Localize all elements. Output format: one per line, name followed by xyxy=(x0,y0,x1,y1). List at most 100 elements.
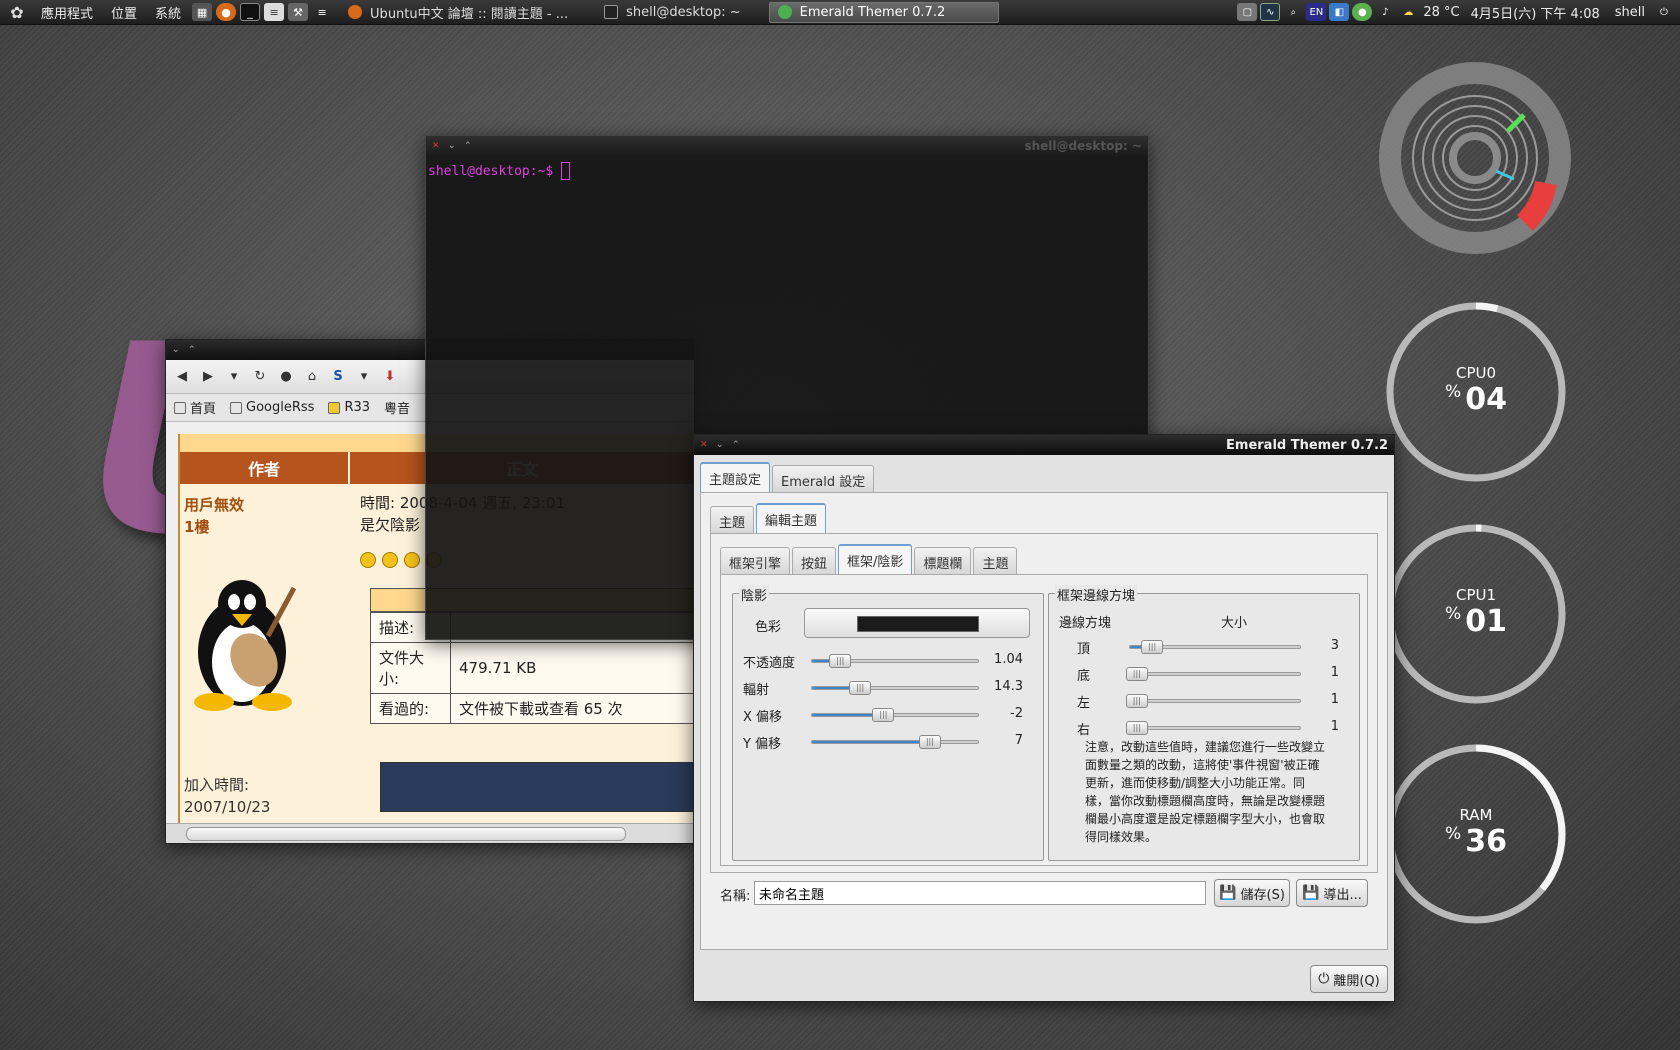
tab-theme[interactable]: 主題 xyxy=(710,506,755,536)
system-monitor-icon[interactable]: ∿ xyxy=(1260,3,1281,21)
minimize-icon[interactable]: ⌄ xyxy=(172,345,182,355)
conky-cpu0-name: CPU0 xyxy=(1455,364,1497,382)
maximize-icon[interactable]: ⌃ xyxy=(732,440,742,450)
shadow-color-label: 色彩 xyxy=(755,620,782,635)
slider-label: 底 xyxy=(1077,669,1091,684)
close-icon[interactable]: ✕ xyxy=(700,440,710,450)
slider-track[interactable]: ||| xyxy=(811,654,979,668)
terminal-titlebar[interactable]: ✕ ⌄ ⌃ shell@desktop: ~ xyxy=(426,136,1148,156)
task-terminal[interactable]: shell@desktop: ~ xyxy=(596,2,749,23)
firefox-icon[interactable]: ● xyxy=(216,3,237,21)
slider-handle[interactable]: ||| xyxy=(918,735,941,749)
attachment-views-value: 文件被下載或查看 65 次 xyxy=(450,693,696,724)
menu-places[interactable]: 位置 xyxy=(102,3,146,22)
conky-ram: RAM % 36 xyxy=(1384,742,1568,926)
terminal-prompt-line[interactable]: shell@desktop:~$ xyxy=(426,156,1148,186)
sub-tabs: 主題 編輯主題 xyxy=(710,503,827,536)
join-info: 加入時間: 2007/10/23 xyxy=(184,774,270,818)
maximize-icon[interactable]: ⌃ xyxy=(188,345,198,355)
tab-titlebar[interactable]: 標題欄 xyxy=(914,547,972,577)
slider-handle[interactable]: ||| xyxy=(1125,721,1148,735)
network-icon[interactable]: ◧ xyxy=(1329,3,1350,21)
emerald-titlebar[interactable]: ✕ ⌄ ⌃ Emerald Themer 0.7.2 xyxy=(694,435,1394,455)
tab-buttons[interactable]: 按鈕 xyxy=(792,547,837,577)
attachment-thumbnail[interactable] xyxy=(380,762,696,812)
clock[interactable]: 4月5日(六) 下午 4:08 xyxy=(1465,3,1606,22)
slider-track[interactable]: ||| xyxy=(811,681,979,695)
slider-track[interactable]: ||| xyxy=(1125,667,1301,681)
tab-theme-misc[interactable]: 主題 xyxy=(973,547,1018,577)
task-emerald[interactable]: Emerald Themer 0.7.2 xyxy=(768,1,999,23)
slider-value: 1 xyxy=(1330,719,1339,734)
save-button[interactable]: 💾 儲存(S) xyxy=(1214,879,1290,907)
bookmark-r33[interactable]: R33 xyxy=(328,400,370,415)
menu-applications[interactable]: 應用程式 xyxy=(32,3,102,22)
s-extension-icon[interactable]: S xyxy=(328,367,348,387)
search-icon[interactable]: ⌕ xyxy=(1283,3,1303,21)
attachment-size-label: 文件大小: xyxy=(370,642,451,694)
task-terminal-label: shell@desktop: ~ xyxy=(626,4,741,20)
back-icon[interactable]: ◀ xyxy=(172,367,192,387)
weather-icon[interactable]: ☁ xyxy=(1398,3,1418,21)
list-icon[interactable]: ≡ xyxy=(312,3,332,21)
home-icon[interactable]: ⌂ xyxy=(302,367,322,387)
history-dropdown-icon[interactable]: ▾ xyxy=(224,367,244,387)
forward-icon[interactable]: ▶ xyxy=(198,367,218,387)
join-label: 加入時間: xyxy=(184,776,250,794)
temperature[interactable]: 28 °C xyxy=(1421,5,1461,20)
gnome-foot-icon[interactable]: ✿ xyxy=(6,2,28,22)
slider-track[interactable]: ||| xyxy=(1129,640,1301,654)
text-editor-icon[interactable]: ≡ xyxy=(264,3,285,21)
scrollbar-thumb[interactable] xyxy=(186,827,626,841)
tab-frame-engine[interactable]: 框架引擎 xyxy=(720,547,791,577)
slider-handle[interactable]: ||| xyxy=(849,681,872,695)
task-browser[interactable]: Ubuntu中文 論壇 :: 閱讀主題 - ... xyxy=(340,2,576,23)
slider-handle[interactable]: ||| xyxy=(872,708,895,722)
slider-track[interactable]: ||| xyxy=(811,735,979,749)
tab-frame-shadow[interactable]: 框架/陰影 xyxy=(838,544,913,577)
slider-track[interactable]: ||| xyxy=(811,708,979,722)
reload-icon[interactable]: ↻ xyxy=(250,367,270,387)
conky-ram-value: 36 xyxy=(1465,824,1507,859)
slider-handle[interactable]: ||| xyxy=(1125,694,1148,708)
slider-handle[interactable]: ||| xyxy=(1125,667,1148,681)
stop-icon[interactable]: ● xyxy=(276,367,296,387)
terminal-launcher-icon[interactable]: _ xyxy=(240,3,261,21)
close-icon[interactable]: ✕ xyxy=(432,141,442,151)
user-name[interactable]: shell xyxy=(1609,5,1651,20)
slider-track[interactable]: ||| xyxy=(1125,721,1301,735)
slider-value: -2 xyxy=(1010,706,1023,721)
horizontal-scrollbar[interactable] xyxy=(166,823,694,843)
trash-icon[interactable]: ▢ xyxy=(1237,3,1258,21)
minimize-icon[interactable]: ⌄ xyxy=(448,141,458,151)
quit-button[interactable]: ⏻ 離開(Q) xyxy=(1310,965,1388,993)
input-method-icon[interactable]: EN xyxy=(1306,3,1327,21)
top-tabs: 主題設定 Emerald 設定 xyxy=(700,462,875,495)
slider-handle[interactable]: ||| xyxy=(1141,640,1164,654)
maximize-icon[interactable]: ⌃ xyxy=(464,141,474,151)
slider-handle[interactable]: ||| xyxy=(829,654,852,668)
tab-emerald-settings[interactable]: Emerald 設定 xyxy=(772,465,875,495)
shadow-color-button[interactable] xyxy=(804,608,1030,638)
clapper-icon[interactable]: ▦ xyxy=(192,3,213,21)
menu-system[interactable]: 系統 xyxy=(146,3,190,22)
screwdriver-icon[interactable]: ⚒ xyxy=(288,3,309,21)
volume-icon[interactable]: ♪ xyxy=(1375,3,1395,21)
update-icon[interactable]: ● xyxy=(1352,3,1373,21)
download-icon[interactable]: ⬇ xyxy=(380,367,400,387)
slider-track[interactable]: ||| xyxy=(1125,694,1301,708)
power-icon[interactable]: ⏻ xyxy=(1654,3,1674,21)
border-note: 注意，改動這些值時，建議您進行一些改變立面數量之類的改動，這將使'事件視窗'被正… xyxy=(1085,740,1326,844)
conky-cpu1-pct: % xyxy=(1445,604,1462,624)
poster-name[interactable]: 用戶無效 xyxy=(184,494,244,516)
bookmark-home[interactable]: 首頁 xyxy=(174,398,216,417)
minimize-icon[interactable]: ⌄ xyxy=(716,440,726,450)
tab-theme-settings[interactable]: 主題設定 xyxy=(700,462,771,495)
feed-icon xyxy=(230,401,243,414)
bookmark-googlerss[interactable]: GoogleRss xyxy=(230,400,314,415)
dropdown-icon[interactable]: ▾ xyxy=(354,367,374,387)
bookmark-cantonese[interactable]: 粵音 xyxy=(384,398,410,417)
tab-edit-theme[interactable]: 編輯主題 xyxy=(756,503,827,536)
theme-name-input[interactable] xyxy=(754,881,1206,905)
export-button[interactable]: 💾 導出... xyxy=(1296,879,1368,907)
